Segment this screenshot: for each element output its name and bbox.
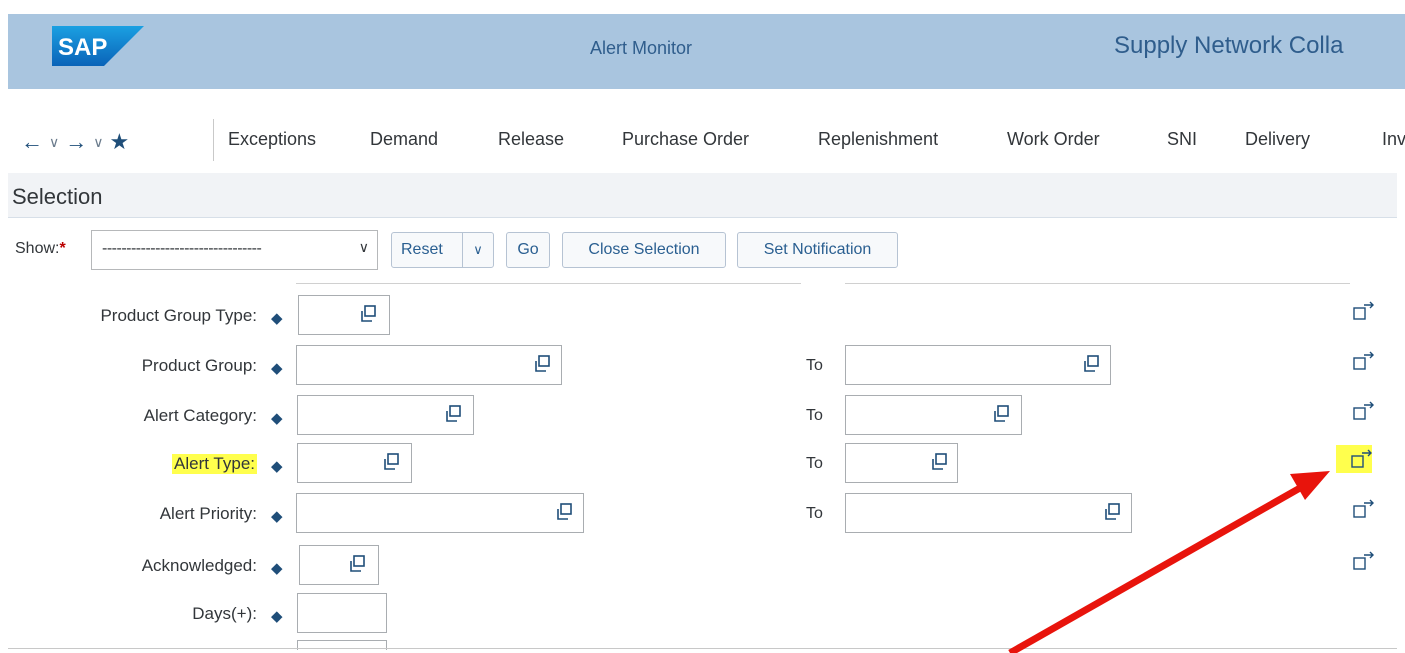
multiple-selection-icon[interactable] bbox=[1352, 497, 1376, 521]
diamond-icon: ◆ bbox=[271, 458, 283, 475]
value-help-icon[interactable] bbox=[382, 453, 400, 471]
value-help-icon[interactable] bbox=[1103, 503, 1121, 521]
diamond-icon: ◆ bbox=[271, 310, 283, 327]
toolbar-separator bbox=[213, 119, 214, 161]
back-arrow-icon[interactable]: ← bbox=[21, 129, 43, 155]
diamond-icon: ◆ bbox=[271, 560, 283, 577]
chevron-down-icon: ∨ bbox=[358, 239, 369, 255]
show-label-text: Show: bbox=[15, 240, 60, 257]
field-row-product-group: Product Group: ◆ To bbox=[0, 345, 1405, 391]
value-help-icon[interactable] bbox=[992, 405, 1010, 423]
alert-type-from-input[interactable] bbox=[297, 443, 412, 483]
menu-item-exceptions[interactable]: Exceptions bbox=[228, 129, 316, 150]
menu-item-delivery[interactable]: Delivery bbox=[1245, 129, 1310, 150]
column-divider-left bbox=[296, 283, 801, 284]
to-label: To bbox=[806, 505, 823, 522]
value-help-icon[interactable] bbox=[930, 453, 948, 471]
go-button[interactable]: Go bbox=[506, 232, 550, 268]
value-help-icon[interactable] bbox=[555, 503, 573, 521]
days-input[interactable] bbox=[297, 593, 387, 633]
multiple-selection-icon[interactable] bbox=[1352, 299, 1376, 323]
show-select-value: --------------------------------- bbox=[102, 240, 262, 257]
product-group-type-input[interactable] bbox=[298, 295, 390, 335]
bottom-border bbox=[8, 648, 1397, 649]
field-row-product-group-type: Product Group Type: ◆ bbox=[0, 295, 1405, 341]
set-notification-button[interactable]: Set Notification bbox=[737, 232, 898, 268]
chevron-down-icon[interactable]: ∨ bbox=[49, 134, 59, 151]
field-label: Alert Category: bbox=[143, 406, 257, 425]
forward-arrow-icon[interactable]: → bbox=[65, 129, 87, 155]
top-border bbox=[0, 0, 1405, 14]
alert-category-to-input[interactable] bbox=[845, 395, 1022, 435]
field-label: Acknowledged: bbox=[141, 556, 257, 575]
field-label: Product Group Type: bbox=[100, 306, 257, 325]
alert-priority-from-input[interactable] bbox=[296, 493, 584, 533]
field-row-alert-category: Alert Category: ◆ To bbox=[0, 395, 1405, 441]
to-label: To bbox=[806, 455, 823, 472]
value-help-icon[interactable] bbox=[1082, 355, 1100, 373]
alert-priority-to-input[interactable] bbox=[845, 493, 1132, 533]
menu-item-work-order[interactable]: Work Order bbox=[1007, 129, 1100, 150]
field-label: Product Group: bbox=[141, 356, 257, 375]
reset-menu-chevron-icon[interactable]: ∨ bbox=[462, 233, 493, 267]
value-help-icon[interactable] bbox=[359, 305, 377, 323]
value-help-icon[interactable] bbox=[444, 405, 462, 423]
shell-title: Alert Monitor bbox=[589, 38, 693, 58]
menu-item-inventory[interactable]: Inv bbox=[1382, 129, 1405, 150]
navigation-toolbar: ← ∨ → ∨ ★ Exceptions Demand Release Purc… bbox=[8, 89, 1405, 173]
reset-button[interactable]: Reset ∨ bbox=[391, 232, 494, 268]
alert-type-to-input[interactable] bbox=[845, 443, 958, 483]
selection-header: Selection bbox=[8, 173, 1397, 218]
product-group-to-input[interactable] bbox=[845, 345, 1111, 385]
menu-item-sni[interactable]: SNI bbox=[1167, 129, 1197, 150]
value-help-icon[interactable] bbox=[533, 355, 551, 373]
close-selection-button[interactable]: Close Selection bbox=[562, 232, 726, 268]
shell-bar: SAP Alert Monitor Supply Network Colla bbox=[8, 14, 1405, 89]
chevron-down-icon[interactable]: ∨ bbox=[93, 134, 103, 151]
diamond-icon: ◆ bbox=[271, 608, 283, 625]
diamond-icon: ◆ bbox=[271, 360, 283, 377]
product-group-from-input[interactable] bbox=[296, 345, 562, 385]
diamond-icon: ◆ bbox=[271, 410, 283, 427]
show-row: Show:* ---------------------------------… bbox=[15, 230, 1395, 270]
show-label: Show:* bbox=[15, 240, 66, 258]
nav-icon-group: ← ∨ → ∨ ★ bbox=[21, 127, 129, 157]
required-marker: * bbox=[59, 240, 66, 257]
field-row-acknowledged: Acknowledged: ◆ bbox=[0, 545, 1405, 591]
field-label: Days(+): bbox=[192, 604, 257, 623]
value-help-icon[interactable] bbox=[348, 555, 366, 573]
multiple-selection-icon[interactable] bbox=[1352, 399, 1376, 423]
menu-item-replenishment[interactable]: Replenishment bbox=[818, 129, 938, 150]
multiple-selection-icon-highlighted[interactable] bbox=[1336, 445, 1372, 473]
selection-title: Selection bbox=[12, 184, 103, 209]
menu-item-demand[interactable]: Demand bbox=[370, 129, 438, 150]
alert-category-from-input[interactable] bbox=[297, 395, 474, 435]
multiple-selection-icon[interactable] bbox=[1352, 349, 1376, 373]
show-select[interactable]: --------------------------------- ∨ bbox=[91, 230, 378, 270]
acknowledged-input[interactable] bbox=[299, 545, 379, 585]
to-label: To bbox=[806, 407, 823, 424]
favorite-star-icon[interactable]: ★ bbox=[110, 129, 130, 155]
field-row-days: Days(+): ◆ bbox=[0, 593, 1405, 639]
field-row-alert-priority: Alert Priority: ◆ To bbox=[0, 493, 1405, 539]
field-label: Alert Priority: bbox=[159, 504, 257, 523]
reset-button-label: Reset bbox=[401, 241, 443, 258]
menu-item-purchase-order[interactable]: Purchase Order bbox=[622, 129, 749, 150]
diamond-icon: ◆ bbox=[271, 508, 283, 525]
menu-item-release[interactable]: Release bbox=[498, 129, 564, 150]
field-label-highlighted: Alert Type: bbox=[172, 454, 257, 474]
to-label: To bbox=[806, 357, 823, 374]
column-divider-right bbox=[845, 283, 1350, 284]
field-row-alert-type: Alert Type: ◆ To bbox=[0, 443, 1405, 489]
app-title: Supply Network Colla bbox=[1114, 32, 1344, 59]
multiple-selection-icon[interactable] bbox=[1352, 549, 1376, 573]
